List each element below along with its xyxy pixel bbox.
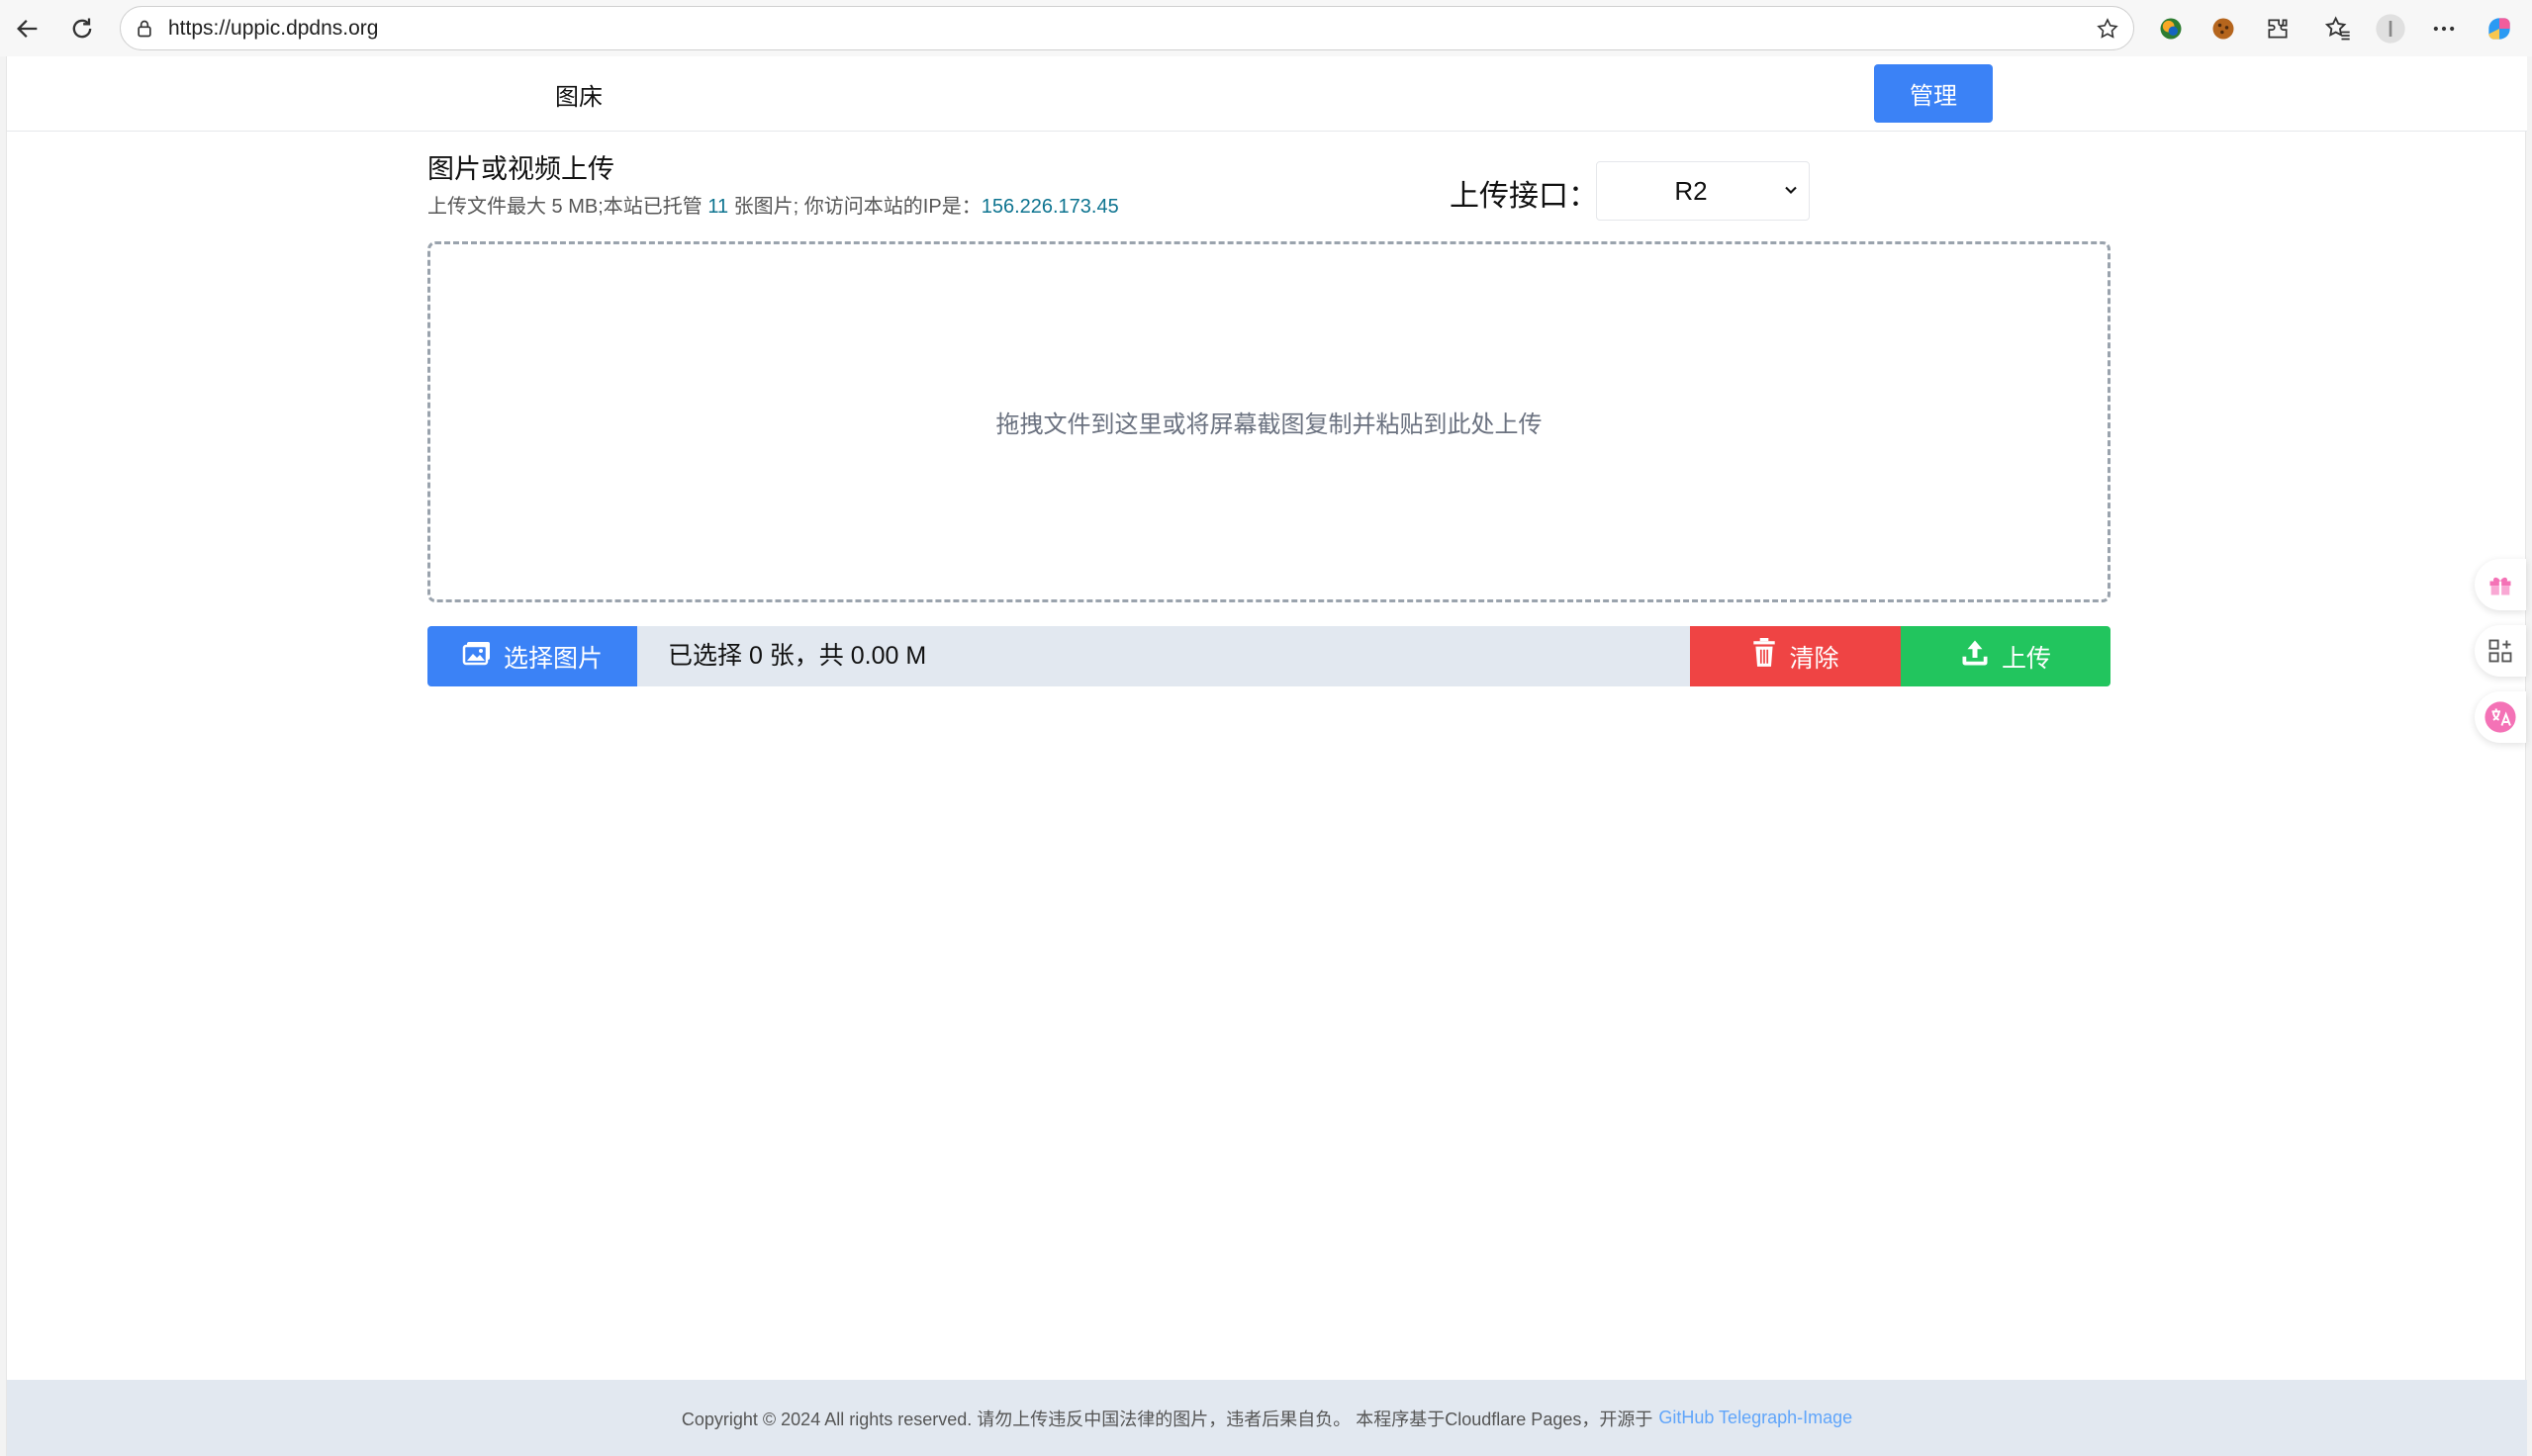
site-header: 图床 管理 bbox=[7, 56, 2527, 132]
favorites-icon[interactable] bbox=[2320, 11, 2356, 46]
choose-image-button[interactable]: 选择图片 bbox=[427, 626, 637, 686]
url-text[interactable]: https://uppic.dpdns.org bbox=[168, 7, 378, 50]
api-select-value[interactable]: R2 bbox=[1597, 176, 1785, 207]
extension-icon[interactable] bbox=[2153, 11, 2189, 46]
upload-label: 上传 bbox=[2001, 644, 2051, 673]
trash-icon bbox=[1751, 638, 1777, 675]
selected-info: 已选择 0 张，共 0.00 M bbox=[668, 642, 927, 670]
site-title[interactable]: 图床 bbox=[555, 77, 603, 112]
chevron-down-icon[interactable] bbox=[1781, 180, 1801, 205]
upload-info-middle: 张图片; 你访问本站的IP是： bbox=[728, 196, 982, 218]
action-bar: 选择图片 已选择 0 张，共 0.00 M 清除 上传 bbox=[427, 626, 2110, 686]
page-viewport: 图床 管理 图片或视频上传 上传文件最大 5 MB;本站已托管 11 张图片; … bbox=[6, 56, 2527, 1456]
upload-info-prefix: 上传文件最大 5 MB;本站已托管 bbox=[427, 196, 708, 218]
lock-icon[interactable] bbox=[135, 19, 154, 44]
star-icon[interactable] bbox=[2096, 17, 2119, 46]
apps-icon[interactable] bbox=[2475, 625, 2526, 677]
upload-button[interactable]: 上传 bbox=[1901, 626, 2110, 686]
drop-zone-text: 拖拽文件到这里或将屏幕截图复制并粘贴到此处上传 bbox=[995, 411, 1543, 438]
cookie-icon[interactable] bbox=[2205, 11, 2241, 46]
api-select[interactable]: R2 bbox=[1596, 161, 1810, 221]
api-label: 上传接口： bbox=[1450, 180, 1598, 213]
upload-icon bbox=[1960, 638, 1990, 675]
clear-button[interactable]: 清除 bbox=[1690, 626, 1901, 686]
manage-button[interactable]: 管理 bbox=[1874, 64, 1993, 123]
reload-icon[interactable] bbox=[62, 9, 102, 48]
puzzle-icon[interactable] bbox=[2260, 11, 2296, 46]
upload-heading: 图片或视频上传 bbox=[427, 154, 614, 184]
hosted-count: 11 bbox=[707, 196, 729, 218]
more-icon[interactable] bbox=[2426, 11, 2462, 46]
choose-image-label: 选择图片 bbox=[503, 644, 603, 673]
footer-github-link[interactable]: GitHub Telegraph-Image bbox=[1658, 1408, 1852, 1428]
address-bar[interactable]: https://uppic.dpdns.org bbox=[120, 6, 2134, 50]
footer-text: Copyright © 2024 All rights reserved. 请勿… bbox=[681, 1409, 1653, 1429]
clear-label: 清除 bbox=[1789, 644, 1839, 673]
site-footer: Copyright © 2024 All rights reserved. 请勿… bbox=[7, 1380, 2527, 1456]
translate-icon[interactable] bbox=[2475, 691, 2526, 743]
gift-icon[interactable] bbox=[2475, 559, 2526, 610]
copilot-icon[interactable] bbox=[2482, 11, 2517, 46]
image-icon bbox=[462, 640, 492, 673]
profile-icon[interactable] bbox=[2373, 11, 2408, 46]
browser-toolbar: https://uppic.dpdns.org bbox=[0, 0, 2532, 56]
back-icon[interactable] bbox=[8, 9, 47, 48]
drop-zone[interactable]: 拖拽文件到这里或将屏幕截图复制并粘贴到此处上传 bbox=[427, 241, 2110, 602]
upload-info: 上传文件最大 5 MB;本站已托管 11 张图片; 你访问本站的IP是：156.… bbox=[427, 190, 1119, 219]
visitor-ip: 156.226.173.45 bbox=[981, 196, 1119, 218]
